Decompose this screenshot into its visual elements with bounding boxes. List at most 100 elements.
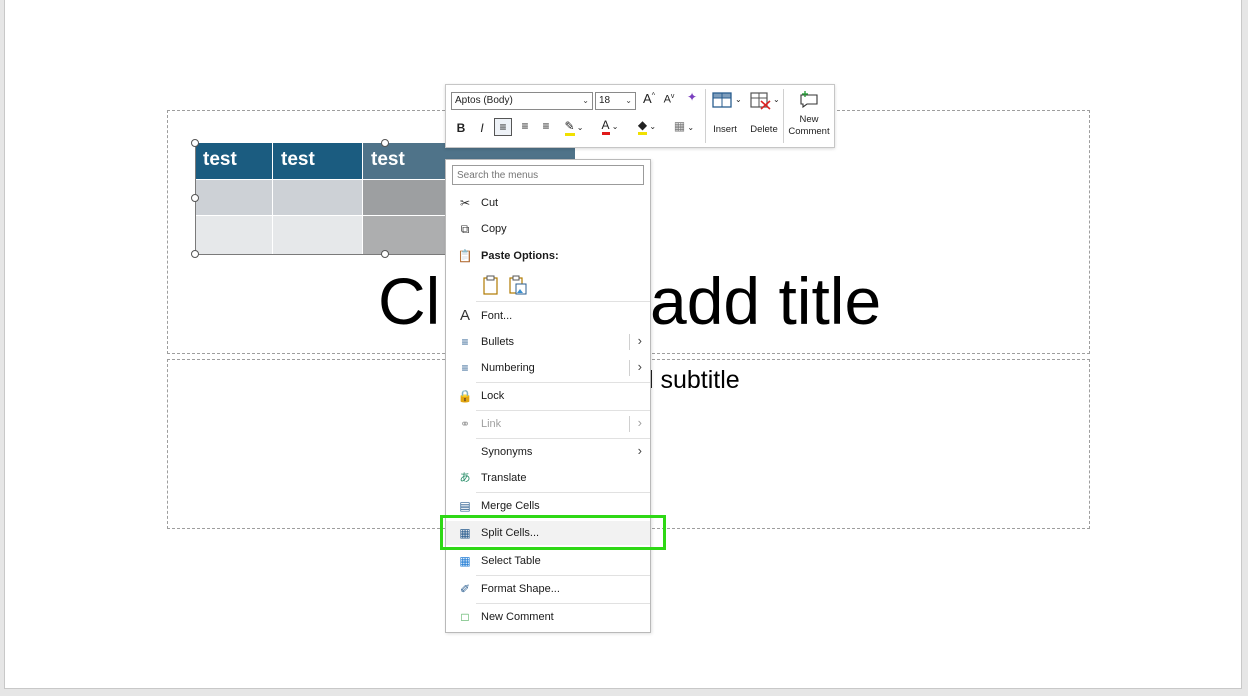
table-cell[interactable] — [195, 180, 272, 215]
grow-font-icon: A — [643, 91, 652, 106]
menu-item-synonyms[interactable]: Synonyms › — [446, 440, 650, 464]
font-color-button[interactable]: A ⌄ — [596, 118, 624, 135]
shrink-font-icon: A — [663, 93, 671, 106]
italic-button[interactable]: I — [475, 121, 489, 135]
context-menu: ✂ Cut ⧉ Copy 📋 Paste Options: A Font... … — [445, 159, 651, 633]
resize-handle[interactable] — [191, 139, 199, 147]
menu-separator — [476, 410, 650, 411]
menu-item-numbering[interactable]: ≡ Numbering › — [446, 356, 650, 380]
table-cell[interactable] — [363, 216, 445, 254]
font-icon: A — [459, 307, 470, 324]
submenu-divider — [629, 360, 630, 376]
new-comment-label-line2: Comment — [788, 126, 830, 137]
table-cell[interactable] — [195, 216, 272, 254]
font-name-combo[interactable]: Aptos (Body) ⌄ — [451, 92, 593, 110]
menu-item-copy[interactable]: ⧉ Copy — [446, 217, 650, 241]
align-right-button[interactable]: ≡ — [538, 119, 554, 133]
new-comment-icon: □ — [461, 610, 469, 624]
italic-icon: I — [480, 121, 484, 135]
menu-item-label: Numbering — [481, 362, 535, 374]
subtitle-text: l subtitle — [648, 366, 740, 394]
paste-keep-formatting-button[interactable] — [482, 274, 500, 296]
shrink-font-button[interactable]: Av — [661, 93, 677, 106]
menu-item-cut[interactable]: ✂ Cut — [446, 191, 650, 215]
menu-item-label: Paste Options: — [481, 250, 559, 262]
chevron-down-icon: ⌄ — [625, 96, 632, 105]
bullets-icon: ≡ — [461, 335, 469, 349]
new-comment-label-line1: New — [799, 114, 819, 125]
resize-handle[interactable] — [191, 194, 199, 202]
menu-item-label: Font... — [481, 310, 513, 322]
clear-formatting-icon: ✦ — [686, 90, 698, 104]
menu-item-label: Synonyms — [481, 446, 533, 458]
menu-item-label: Format Shape... — [481, 583, 560, 595]
chevron-down-icon: ⌄ — [582, 96, 589, 105]
menu-item-label: New Comment — [481, 611, 554, 623]
insert-table-icon — [712, 92, 732, 108]
menu-item-new-comment[interactable]: □ New Comment — [446, 605, 650, 629]
borders-button[interactable]: ▦ ⌄ — [668, 119, 700, 133]
scissors-icon: ✂ — [459, 196, 471, 210]
menu-item-label: Lock — [481, 390, 505, 402]
paste-picture-button[interactable] — [508, 274, 528, 296]
menu-separator — [476, 575, 650, 576]
menu-item-label: Translate — [481, 472, 527, 484]
menu-separator — [476, 382, 650, 383]
menu-item-bullets[interactable]: ≡ Bullets › — [446, 330, 650, 354]
delete-table-button[interactable]: ⌄ Delete — [746, 90, 782, 142]
submenu-divider — [629, 416, 630, 432]
menu-item-translate[interactable]: あ Translate — [446, 466, 650, 490]
chevron-right-icon: › — [637, 359, 642, 374]
delete-table-icon — [750, 92, 771, 110]
align-left-button[interactable]: ≡ — [494, 118, 512, 136]
font-name-value: Aptos (Body) — [455, 95, 513, 106]
menu-item-link: ⚭ Link › — [446, 412, 650, 436]
menu-item-label: Merge Cells — [481, 500, 540, 512]
title-text-left: Cl — [378, 264, 441, 338]
lock-icon: 🔒 — [457, 389, 473, 403]
highlight-button[interactable]: ✎ ⌄ — [560, 119, 588, 136]
fill-color-icon: ◆ — [637, 118, 648, 135]
menu-item-font[interactable]: A Font... — [446, 304, 650, 328]
menu-separator — [476, 492, 650, 493]
grow-font-button[interactable]: A^ — [641, 91, 657, 106]
menu-item-format-shape[interactable]: ✐ Format Shape... — [446, 577, 650, 601]
align-right-icon: ≡ — [542, 119, 550, 133]
new-comment-button[interactable]: New Comment — [786, 88, 832, 144]
align-center-button[interactable]: ≡ — [517, 119, 533, 133]
new-comment-icon — [800, 91, 818, 108]
borders-icon: ▦ — [673, 119, 686, 133]
insert-table-button[interactable]: ⌄ Insert — [710, 90, 746, 142]
select-table-icon: ▦ — [459, 554, 471, 568]
table-cell[interactable] — [363, 180, 445, 215]
resize-handle[interactable] — [191, 250, 199, 258]
title-text-right: add title — [650, 264, 882, 338]
search-menus-input[interactable] — [452, 165, 644, 185]
toolbar-divider — [705, 89, 706, 143]
insert-label: Insert — [713, 124, 737, 135]
translate-icon: あ — [459, 472, 471, 484]
table-header-cell[interactable]: test — [195, 143, 272, 179]
fill-color-button[interactable]: ◆ ⌄ — [632, 118, 662, 135]
bold-button[interactable]: B — [454, 121, 468, 135]
table-cell[interactable] — [273, 180, 362, 215]
bold-icon: B — [456, 121, 466, 135]
menu-item-label: Link — [481, 418, 502, 430]
resize-handle[interactable] — [381, 139, 389, 147]
menu-item-select-table[interactable]: ▦ Select Table — [446, 549, 650, 573]
clear-formatting-button[interactable]: ✦ — [683, 90, 701, 104]
menu-separator — [476, 301, 650, 302]
font-size-value: 18 — [599, 95, 611, 106]
chevron-right-icon: › — [637, 443, 642, 458]
menu-item-label: Select Table — [481, 555, 541, 567]
chevron-right-icon: › — [637, 333, 642, 348]
table-selection-border — [195, 254, 445, 255]
table-cell[interactable] — [273, 216, 362, 254]
font-size-combo[interactable]: 18 ⌄ — [595, 92, 636, 110]
resize-handle[interactable] — [381, 250, 389, 258]
delete-label: Delete — [750, 124, 778, 135]
menu-separator — [476, 438, 650, 439]
menu-item-lock[interactable]: 🔒 Lock — [446, 384, 650, 408]
table-header-cell[interactable]: test — [273, 143, 362, 179]
menu-item-paste-options: 📋 Paste Options: — [446, 244, 650, 268]
